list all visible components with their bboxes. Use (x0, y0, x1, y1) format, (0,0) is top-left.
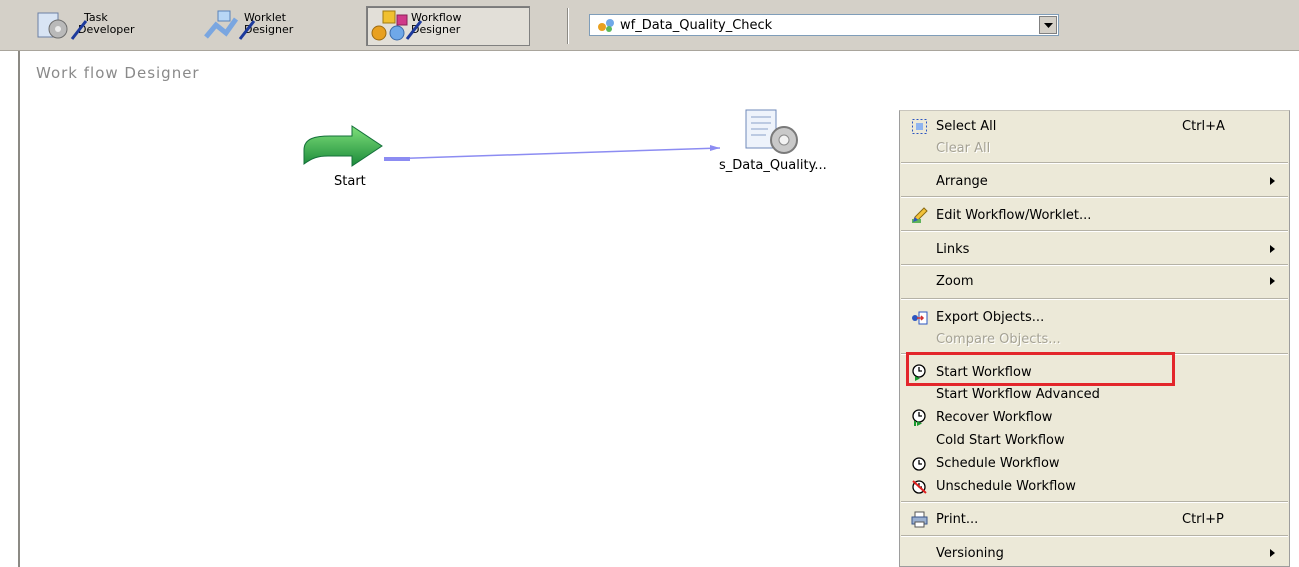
submenu-arrow-icon (1270, 277, 1275, 285)
start-workflow-highlight (906, 352, 1175, 386)
menu-separator (901, 264, 1288, 266)
menu-item-cold-start-workflow[interactable]: Cold Start Workflow (900, 429, 1289, 451)
menu-item-export-objects[interactable]: Export Objects... (900, 306, 1289, 328)
menu-separator (901, 535, 1288, 537)
start-arrow-icon (303, 125, 383, 167)
session-task-icon (745, 109, 798, 154)
unschedule-clock-icon (911, 478, 928, 495)
session-task[interactable] (738, 108, 812, 158)
menu-item-print[interactable]: Print... Ctrl+P (900, 508, 1289, 530)
menu-item-versioning[interactable]: Versioning (900, 542, 1289, 564)
menu-separator (901, 298, 1288, 300)
menu-item-unschedule-workflow[interactable]: Unschedule Workflow (900, 475, 1289, 497)
menu-item-select-all[interactable]: Select All Ctrl+A (900, 115, 1289, 137)
submenu-arrow-icon (1270, 177, 1275, 185)
menu-item-compare-objects: Compare Objects... (936, 332, 1061, 347)
menu-separator (901, 196, 1288, 198)
menu-separator (901, 162, 1288, 164)
menu-separator (901, 230, 1288, 232)
menu-item-links[interactable]: Links (900, 238, 1289, 260)
menu-item-edit-workflow[interactable]: Edit Workflow/Worklet... (900, 204, 1289, 226)
edit-pencil-icon (911, 207, 928, 224)
schedule-clock-icon (911, 455, 928, 472)
menu-item-recover-workflow[interactable]: Recover Workflow (900, 406, 1289, 428)
menu-item-zoom[interactable]: Zoom (900, 270, 1289, 292)
submenu-arrow-icon (1270, 549, 1275, 557)
start-task[interactable] (300, 124, 390, 168)
menu-item-start-workflow-advanced[interactable]: Start Workflow Advanced (900, 383, 1289, 405)
menu-item-arrange[interactable]: Arrange (900, 170, 1289, 192)
session-task-label: s_Data_Quality... (719, 158, 827, 173)
recover-workflow-icon (911, 409, 928, 426)
context-menu: Select All Ctrl+A Clear All Arrange Edit… (899, 110, 1290, 567)
start-task-label: Start (334, 174, 366, 189)
menu-separator (901, 501, 1288, 503)
submenu-arrow-icon (1270, 245, 1275, 253)
export-icon (911, 309, 928, 326)
menu-item-schedule-workflow[interactable]: Schedule Workflow (900, 452, 1289, 474)
select-all-icon (911, 118, 928, 135)
printer-icon (911, 511, 928, 528)
menu-item-clear-all: Clear All (936, 141, 991, 156)
